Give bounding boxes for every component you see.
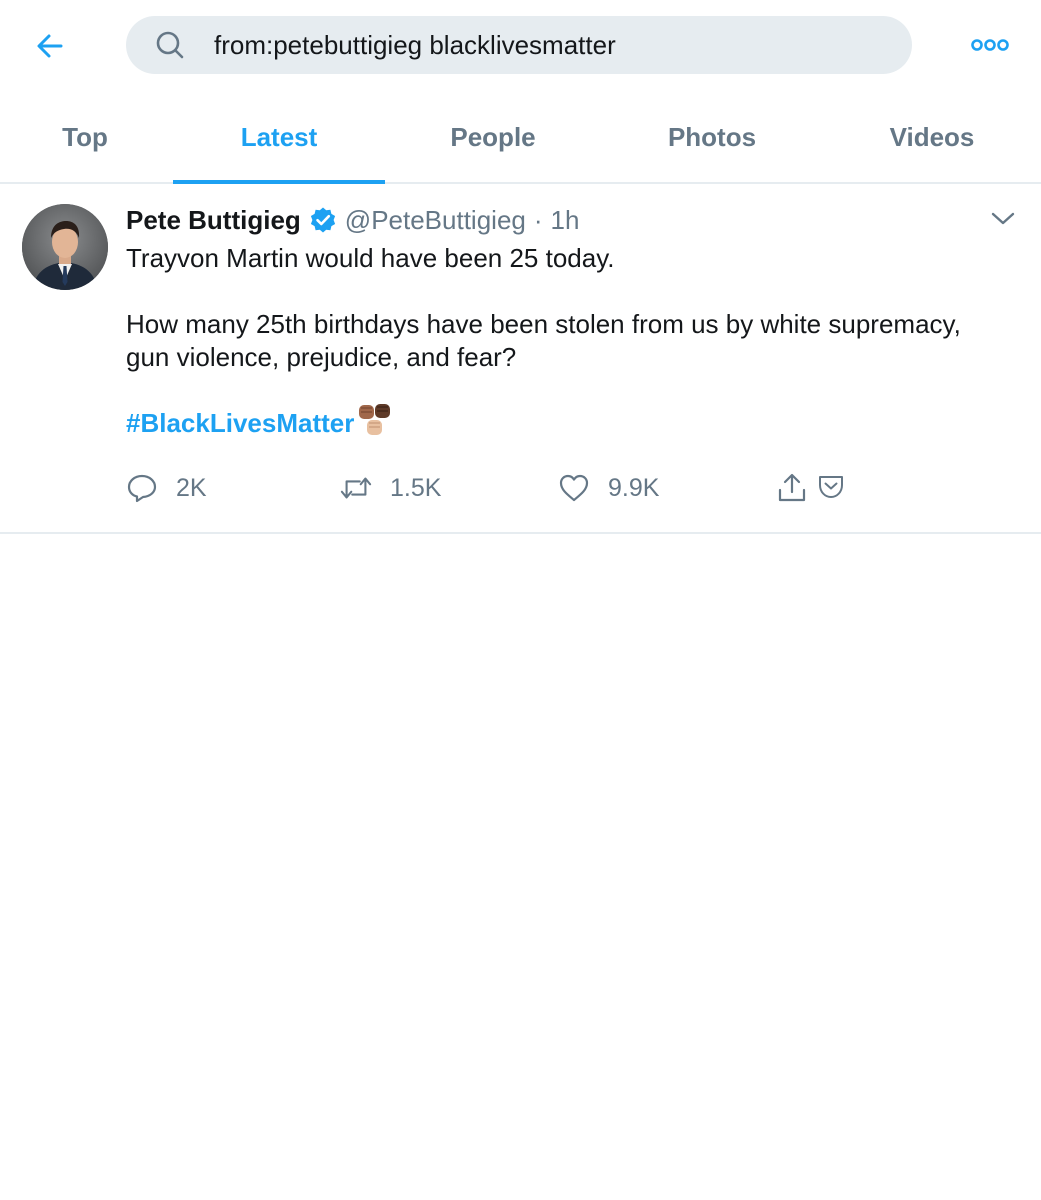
retweet-button[interactable]: 1.5K bbox=[340, 468, 441, 508]
back-arrow-icon bbox=[34, 30, 66, 62]
share-icon bbox=[776, 472, 808, 504]
tweet-line-2: How many 25th birthdays have been stolen… bbox=[126, 309, 961, 372]
tab-top[interactable]: Top bbox=[0, 92, 170, 182]
back-button[interactable] bbox=[30, 26, 70, 66]
chevron-down-icon bbox=[990, 211, 1016, 227]
search-box[interactable] bbox=[126, 16, 912, 74]
like-icon bbox=[558, 472, 590, 504]
tweet-actions: 2K 1.5K 9.9K bbox=[126, 468, 986, 508]
raised-fists-emoji-icon bbox=[356, 403, 396, 439]
tab-videos[interactable]: Videos bbox=[823, 92, 1041, 182]
tweet-header: Pete Buttigieg @PeteButtigieg · 1h bbox=[126, 202, 579, 238]
tab-people[interactable]: People bbox=[385, 92, 601, 182]
author-name[interactable]: Pete Buttigieg bbox=[126, 205, 301, 236]
tweet[interactable]: Pete Buttigieg @PeteButtigieg · 1h Trayv… bbox=[0, 184, 1041, 534]
hashtag-line: #BlackLivesMatter bbox=[126, 404, 1006, 440]
more-icon bbox=[970, 38, 1010, 52]
hashtag-link[interactable]: #BlackLivesMatter bbox=[126, 408, 354, 438]
share-button[interactable] bbox=[776, 468, 808, 508]
tweet-text: Trayvon Martin would have been 25 today.… bbox=[126, 242, 1006, 440]
search-input[interactable] bbox=[214, 16, 894, 74]
tweet-line-1: Trayvon Martin would have been 25 today. bbox=[126, 243, 615, 273]
like-button[interactable]: 9.9K bbox=[558, 468, 659, 508]
tab-latest[interactable]: Latest bbox=[173, 92, 385, 182]
avatar[interactable] bbox=[22, 204, 108, 290]
author-handle[interactable]: @PeteButtigieg bbox=[345, 205, 526, 236]
tweet-menu-button[interactable] bbox=[988, 204, 1018, 234]
retweet-icon bbox=[340, 472, 372, 504]
tab-photos[interactable]: Photos bbox=[601, 92, 823, 182]
reply-button[interactable]: 2K bbox=[126, 468, 207, 508]
pocket-icon bbox=[816, 472, 848, 504]
reply-icon bbox=[126, 472, 158, 504]
tweet-timestamp[interactable]: 1h bbox=[551, 205, 580, 236]
search-icon bbox=[154, 29, 186, 61]
reply-count: 2K bbox=[176, 473, 207, 502]
separator-dot: · bbox=[533, 204, 543, 235]
search-tabs: Top Latest People Photos Videos bbox=[0, 92, 1041, 184]
more-options-button[interactable] bbox=[968, 30, 1012, 60]
pocket-button[interactable] bbox=[816, 468, 848, 508]
retweet-count: 1.5K bbox=[390, 473, 442, 502]
top-bar bbox=[0, 0, 1041, 92]
verified-icon bbox=[309, 206, 337, 234]
like-count: 9.9K bbox=[608, 473, 660, 502]
